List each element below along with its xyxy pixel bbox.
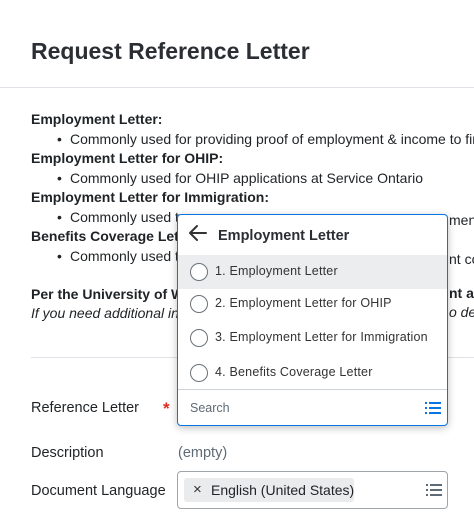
document-language-field[interactable]: × English (United States): [177, 471, 448, 509]
option-label: 3. Employment Letter for Immigration: [215, 330, 428, 344]
policy-italic-tail: o de: [449, 304, 474, 320]
option-employment-letter-immigration[interactable]: 3. Employment Letter for Immigration: [178, 321, 447, 355]
radio-button[interactable]: [190, 295, 208, 313]
dropdown-search-row: [178, 389, 447, 425]
policy-bold-line: Per the University of Wa: [31, 286, 192, 302]
info-bullet-employment: Commonly used for providing proof of emp…: [31, 130, 474, 150]
option-employment-letter[interactable]: 1. Employment Letter: [178, 255, 447, 289]
info-bullet-benefits-tail: nt cov: [449, 251, 474, 267]
radio-button[interactable]: [190, 263, 208, 281]
info-heading-immigration: Employment Letter for Immigration:: [31, 189, 270, 205]
radio-button[interactable]: [190, 329, 208, 347]
reference-letter-label: Reference Letter: [31, 400, 140, 416]
description-value: (empty): [178, 445, 228, 461]
language-pill-label: English (United States): [211, 482, 355, 498]
required-indicator: *: [163, 399, 170, 418]
description-label: Description: [31, 445, 104, 461]
info-bullet-ohip: Commonly used for OHIP applications at S…: [31, 169, 474, 189]
document-language-label: Document Language: [31, 483, 166, 499]
policy-bold-tail: nt ar: [449, 285, 474, 301]
option-benefits-coverage-letter[interactable]: 4. Benefits Coverage Letter: [178, 356, 447, 390]
radio-button[interactable]: [190, 364, 208, 382]
policy-note: Per the University of Wa If you need add…: [31, 285, 192, 323]
list-icon[interactable]: [425, 402, 441, 414]
language-pill[interactable]: × English (United States): [184, 478, 354, 502]
policy-italic-line: If you need additional in: [31, 305, 179, 321]
arrow-left-icon[interactable]: [186, 221, 210, 245]
option-label: 4. Benefits Coverage Letter: [215, 365, 373, 379]
header-divider: [0, 87, 474, 88]
info-heading-employment: Employment Letter:: [31, 111, 163, 127]
reference-letter-dropdown[interactable]: Employment Letter 1. Employment Letter 2…: [177, 214, 448, 426]
dropdown-title: Employment Letter: [218, 228, 350, 244]
page-title: Request Reference Letter: [31, 38, 310, 64]
info-bullet-immigration-tail: ment: [449, 212, 474, 228]
close-icon[interactable]: ×: [193, 478, 202, 502]
info-heading-ohip: Employment Letter for OHIP:: [31, 150, 224, 166]
dropdown-header: Employment Letter: [178, 215, 447, 255]
search-input[interactable]: [190, 399, 410, 417]
option-label: 2. Employment Letter for OHIP: [215, 296, 392, 310]
option-employment-letter-ohip[interactable]: 2. Employment Letter for OHIP: [178, 287, 447, 321]
option-label: 1. Employment Letter: [215, 264, 338, 278]
list-icon[interactable]: [426, 484, 442, 496]
